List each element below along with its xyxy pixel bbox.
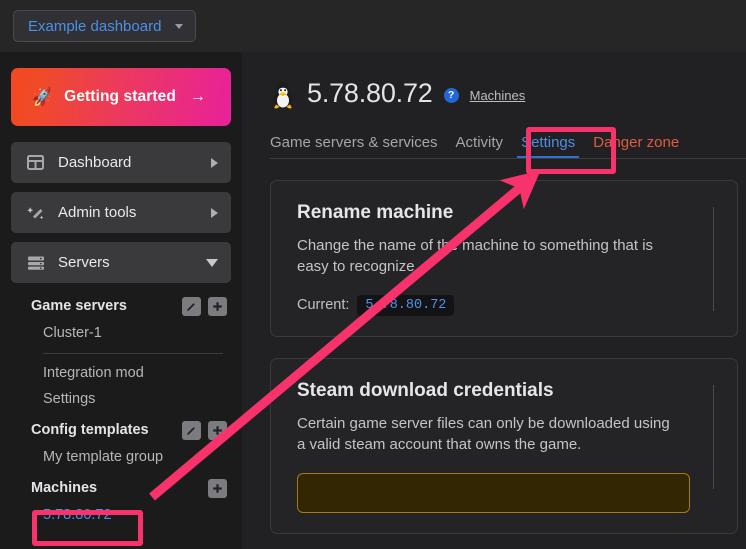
- sidebar-item-label: Dashboard: [58, 154, 132, 171]
- sidebar-item-admin-tools[interactable]: Admin tools: [11, 192, 231, 233]
- pencil-icon[interactable]: [182, 296, 201, 316]
- card-divider: [713, 384, 714, 489]
- sidebar-item-my-template-group[interactable]: My template group: [11, 444, 231, 470]
- chevron-down-icon: [175, 23, 184, 29]
- current-label: Current:: [297, 297, 350, 314]
- sidebar: 🚀 Getting started → Dashboard Admin tool…: [0, 52, 242, 549]
- tab-game-servers-services[interactable]: Game servers & services: [270, 135, 447, 158]
- server-stack-icon: [26, 253, 45, 272]
- card-divider: [713, 207, 714, 311]
- card-title: Steam download credentials: [297, 379, 554, 401]
- chevron-right-icon: [211, 157, 218, 168]
- card-title: Rename machine: [297, 202, 454, 223]
- steam-credentials-input[interactable]: [297, 473, 690, 514]
- magic-wand-icon: [26, 203, 45, 222]
- main-content: 5.78.80.72 ? Machines Game servers & ser…: [242, 52, 746, 549]
- page-title: 5.78.80.72: [307, 78, 433, 108]
- sidebar-item-servers[interactable]: Servers: [11, 242, 231, 283]
- sidebar-item-label: Servers: [58, 254, 110, 271]
- dashboard-selector[interactable]: Example dashboard: [13, 10, 197, 42]
- sidebar-machine-ip-label: 5.78.80.72: [43, 507, 112, 523]
- sidebar-group-title: Game servers: [31, 298, 127, 314]
- arrow-right-icon: →: [189, 88, 206, 105]
- plus-icon[interactable]: [208, 420, 227, 440]
- rocket-icon: 🚀: [30, 86, 55, 108]
- card-rename-machine: Rename machine Change the name of the ma…: [270, 180, 738, 337]
- sidebar-group-title: Config templates: [31, 422, 149, 438]
- tab-settings[interactable]: Settings: [512, 135, 584, 158]
- sidebar-group-machines: Machines: [11, 474, 231, 502]
- chevron-down-icon: [206, 258, 218, 267]
- sidebar-item-settings[interactable]: Settings: [11, 386, 231, 412]
- sidebar-item-cluster-1[interactable]: Cluster-1: [11, 320, 231, 346]
- grid-icon: [26, 153, 45, 172]
- sidebar-group-config-templates: Config templates: [11, 416, 231, 444]
- sidebar-item-integration-mod[interactable]: Integration mod: [11, 360, 231, 386]
- sidebar-divider: [43, 353, 223, 354]
- plus-icon[interactable]: [208, 296, 227, 316]
- pencil-icon[interactable]: [182, 420, 201, 440]
- sidebar-item-label: Admin tools: [58, 204, 137, 221]
- sidebar-group-game-servers: Game servers: [11, 292, 231, 320]
- plus-icon[interactable]: [208, 478, 227, 498]
- page-header: 5.78.80.72 ? Machines: [270, 78, 746, 109]
- current-name-row: Current: 5.78.80.72: [297, 294, 737, 316]
- sidebar-item-dashboard[interactable]: Dashboard: [11, 142, 231, 183]
- tab-danger-zone[interactable]: Danger zone: [584, 135, 688, 158]
- help-circle-icon[interactable]: ?: [443, 87, 459, 103]
- getting-started-button[interactable]: 🚀 Getting started →: [11, 68, 231, 126]
- card-description: Change the name of the machine to someth…: [297, 237, 654, 276]
- dashboard-selector-label: Example dashboard: [28, 17, 162, 35]
- sidebar-group-title: Machines: [31, 480, 98, 496]
- app-root: Example dashboard 🚀 Getting started → Da…: [0, 0, 746, 549]
- top-bar: Example dashboard: [0, 0, 746, 52]
- chevron-right-icon: [211, 207, 218, 218]
- tab-activity[interactable]: Activity: [447, 135, 513, 158]
- tab-bar: Game servers & services Activity Setting…: [270, 126, 746, 159]
- card-description: Certain game server files can only be do…: [297, 414, 670, 453]
- getting-started-label: Getting started: [64, 88, 176, 105]
- current-value-badge: 5.78.80.72: [357, 294, 455, 316]
- card-steam-credentials: Steam download credentials Certain game …: [270, 357, 738, 535]
- sidebar-machine-ip[interactable]: 5.78.80.72: [11, 502, 231, 528]
- breadcrumb-machines-link[interactable]: Machines: [470, 88, 526, 103]
- linux-penguin-icon: [270, 79, 296, 109]
